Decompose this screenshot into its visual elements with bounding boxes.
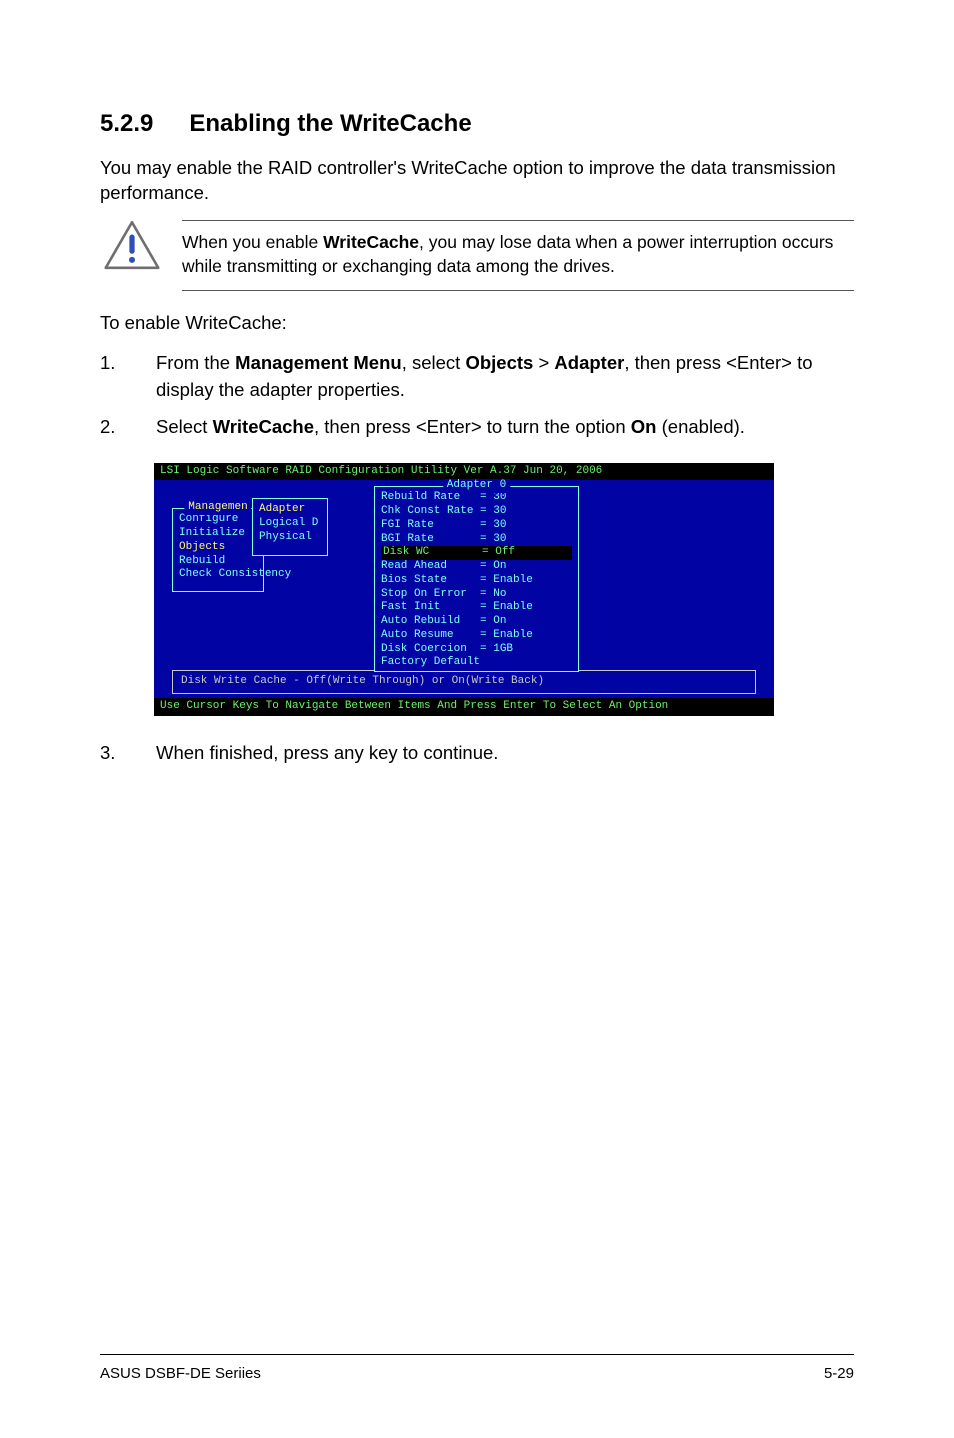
menu-item: Configure <box>179 513 257 527</box>
adapter-row: BGI Rate = 30 <box>381 533 572 547</box>
adapter-row: Stop On Error = No <box>381 588 572 602</box>
menu-item: Objects <box>179 541 257 555</box>
bios-body: Managemen Configure Initialize Objects R… <box>154 480 774 670</box>
step-body: Select WriteCache, then press <Enter> to… <box>156 414 854 441</box>
adapter-row-selected: Disk WC = Off <box>381 546 572 560</box>
footer-left: ASUS DSBF-DE Seriies <box>100 1365 261 1382</box>
list-item: 2. Select WriteCache, then press <Enter>… <box>100 414 854 441</box>
menu-item: Adapter <box>259 503 321 517</box>
adapter-row: Fast Init = Enable <box>381 601 572 615</box>
panel-title: Adapter 0 <box>443 479 510 493</box>
warning-text-container: When you enable WriteCache, you may lose… <box>182 220 854 291</box>
step-body: When finished, press any key to continue… <box>156 740 854 767</box>
warning-prefix: When you enable <box>182 232 323 252</box>
menu-item: Physical <box>259 531 321 545</box>
bold: Adapter <box>554 352 624 373</box>
adapter-row: Factory Default <box>381 656 572 670</box>
footer-right: 5-29 <box>824 1365 854 1382</box>
adapter-row: Bios State = Enable <box>381 574 572 588</box>
menu-item: Initialize <box>179 527 257 541</box>
menu-item: Check Consistency <box>179 568 257 582</box>
step-body: From the Management Menu, select Objects… <box>156 350 854 404</box>
warning-block: When you enable WriteCache, you may lose… <box>100 220 854 291</box>
bios-screen: LSI Logic Software RAID Configuration Ut… <box>154 463 774 716</box>
menu-item: Logical D <box>259 517 321 531</box>
menu-item: Rebuild <box>179 555 257 569</box>
section-heading: 5.2.9 Enabling the WriteCache <box>100 110 854 138</box>
text: From the <box>156 352 235 373</box>
adapter-row: Disk Coercion = 1GB <box>381 643 572 657</box>
adapter-row: Rebuild Rate = 30 <box>381 491 572 505</box>
step-number: 1. <box>100 350 156 404</box>
management-menu-panel: Managemen Configure Initialize Objects R… <box>172 508 264 592</box>
bold: On <box>631 416 657 437</box>
warning-text: When you enable WriteCache, you may lose… <box>182 231 854 278</box>
intro-paragraph: You may enable the RAID controller's Wri… <box>100 156 854 206</box>
warning-icon <box>104 220 160 270</box>
steps-list-continued: 3. When finished, press any key to conti… <box>100 740 854 767</box>
warning-bold: WriteCache <box>323 232 419 252</box>
bold: Management Menu <box>235 352 402 373</box>
text: , then press <Enter> to turn the option <box>314 416 631 437</box>
list-item: 3. When finished, press any key to conti… <box>100 740 854 767</box>
heading-number: 5.2.9 <box>100 110 153 138</box>
adapter-row: Read Ahead = On <box>381 560 572 574</box>
heading-title: Enabling the WriteCache <box>189 110 471 137</box>
text: (enabled). <box>656 416 744 437</box>
text: Select <box>156 416 213 437</box>
list-item: 1. From the Management Menu, select Obje… <box>100 350 854 404</box>
step-number: 2. <box>100 414 156 441</box>
panel-title: Managemen <box>184 501 251 515</box>
bios-title-bar: LSI Logic Software RAID Configuration Ut… <box>154 463 774 481</box>
bios-footer-bar: Use Cursor Keys To Navigate Between Item… <box>154 698 774 716</box>
steps-list: 1. From the Management Menu, select Obje… <box>100 350 854 440</box>
bold: Objects <box>465 352 533 373</box>
page-footer: ASUS DSBF-DE Seriies 5-29 <box>100 1354 854 1382</box>
adapter-row: Chk Const Rate = 30 <box>381 505 572 519</box>
adapter-row: Auto Rebuild = On <box>381 615 572 629</box>
objects-submenu-panel: Adapter Logical D Physical <box>252 498 328 556</box>
adapter-properties-panel: Adapter 0 Rebuild Rate = 30Chk Const Rat… <box>374 486 579 672</box>
bold: WriteCache <box>213 416 314 437</box>
page: 5.2.9 Enabling the WriteCache You may ena… <box>0 0 954 1438</box>
bios-hint-area: Disk Write Cache - Off(Write Through) or… <box>172 670 756 694</box>
bios-hint-text: Disk Write Cache - Off(Write Through) or… <box>172 670 756 694</box>
adapter-row: Auto Resume = Enable <box>381 629 572 643</box>
bios-screenshot: LSI Logic Software RAID Configuration Ut… <box>154 463 774 716</box>
to-enable-label: To enable WriteCache: <box>100 311 854 336</box>
text: , select <box>402 352 466 373</box>
text: > <box>533 352 554 373</box>
step-number: 3. <box>100 740 156 767</box>
adapter-row: FGI Rate = 30 <box>381 519 572 533</box>
